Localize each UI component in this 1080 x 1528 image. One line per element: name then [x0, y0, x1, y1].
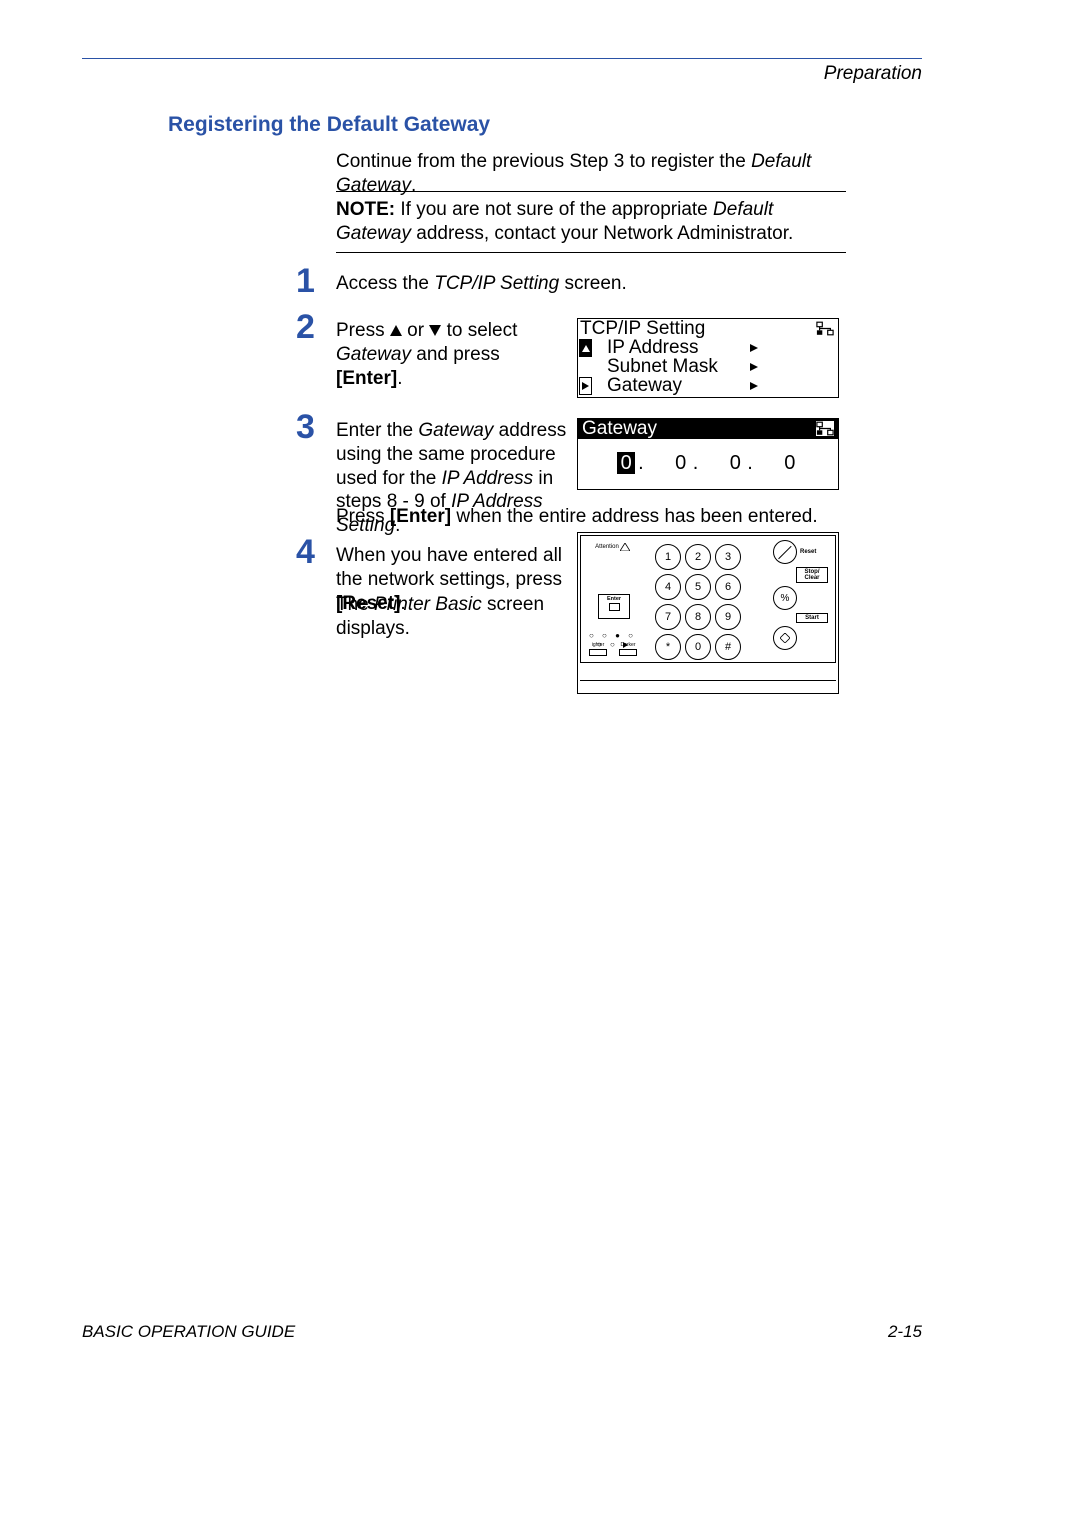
text: Press	[336, 320, 390, 341]
step-1-text: Access the TCP/IP Setting screen.	[336, 273, 836, 295]
text: screen.	[559, 273, 627, 294]
key-7[interactable]: 7	[655, 604, 681, 630]
step-2-number: 2	[296, 308, 315, 347]
enter-button[interactable]: Enter	[598, 594, 630, 619]
stopclear-button[interactable]: Stop/ Clear	[796, 567, 828, 583]
lcd1-item-subnet: Subnet Mask	[593, 357, 838, 376]
page-header-right: Preparation	[824, 63, 922, 85]
keypad-panel: Attention Enter ○ ○ ● ○ ○ ○ ighter Darke…	[577, 532, 839, 694]
text: The	[336, 594, 374, 615]
attention-label: Attention	[595, 544, 619, 550]
note-label: NOTE:	[336, 199, 395, 220]
network-icon	[816, 421, 834, 436]
numeric-keypad: 1 2 3 4 5 6 7 8 9 * 0 #	[655, 544, 743, 662]
text: Press	[336, 506, 390, 527]
text: If you are not sure of the appropriate	[395, 199, 713, 220]
step-4-text2: The Printer Basic screen displays.	[336, 593, 568, 641]
octet-3: 0.	[726, 452, 753, 475]
octet-1: 0.	[617, 452, 644, 475]
text-italic: TCP/IP Setting	[434, 273, 559, 294]
lcd2-title: Gateway	[582, 418, 657, 440]
lcd-tcpip-setting: TCP/IP Setting IP Address Subnet Mask Ga…	[577, 318, 839, 398]
start-button[interactable]: Start	[796, 613, 828, 623]
octet-value: 0	[726, 452, 744, 474]
key-3[interactable]: 3	[715, 544, 741, 570]
key-5[interactable]: 5	[685, 574, 711, 600]
text-bold: [Enter]	[336, 368, 397, 389]
reset-icon	[773, 540, 797, 564]
select-indicator	[579, 377, 592, 395]
lcd1-item-gateway: Gateway	[593, 376, 838, 395]
key-6[interactable]: 6	[715, 574, 741, 600]
text: and press	[411, 344, 500, 365]
key-0[interactable]: 0	[685, 634, 711, 660]
chevron-right-icon	[750, 382, 758, 390]
lcd-gateway-entry: Gateway 0. 0. 0. 0	[577, 418, 839, 490]
text-bold: [Enter]	[390, 506, 451, 527]
text: Access the	[336, 273, 434, 294]
octet-active: 0	[617, 452, 635, 474]
step-3-number: 3	[296, 408, 315, 447]
octet-value: 0	[781, 452, 799, 474]
stopclear-label: Stop/ Clear	[804, 569, 819, 581]
step-3-extra: Press [Enter] when the entire address ha…	[336, 506, 846, 528]
key-star[interactable]: *	[655, 634, 681, 660]
down-arrow-icon	[429, 325, 441, 336]
scroll-up-indicator	[579, 339, 592, 357]
step-4-number: 4	[296, 533, 315, 572]
percent-button[interactable]: %	[773, 586, 831, 610]
text: address, contact your Network Administra…	[411, 223, 793, 244]
enter-label: Enter	[599, 596, 629, 602]
chevron-right-icon	[750, 363, 758, 371]
note-block: NOTE: If you are not sure of the appropr…	[336, 188, 846, 253]
key-hash[interactable]: #	[715, 634, 741, 660]
key-9[interactable]: 9	[715, 604, 741, 630]
key-4[interactable]: 4	[655, 574, 681, 600]
text: When you have entered all the network se…	[336, 545, 562, 590]
start-label: Start	[805, 615, 819, 621]
lighter-button[interactable]: ighter	[589, 642, 607, 656]
text: to select	[441, 320, 517, 341]
octet-4: 0	[781, 452, 799, 474]
network-icon	[816, 321, 834, 336]
reset-button[interactable]: Reset	[773, 540, 831, 564]
attention-indicator: Attention	[585, 543, 640, 551]
text: or	[402, 320, 429, 341]
text: Gateway	[607, 375, 682, 397]
text-italic: Gateway	[418, 420, 493, 441]
percent-icon: %	[773, 586, 797, 610]
text: Continue from the previous Step 3 to reg…	[336, 151, 751, 172]
text: Enter the	[336, 420, 418, 441]
lcd1-item-ipaddress: IP Address	[593, 338, 838, 357]
step-2-text: Press or to select Gateway and press [En…	[336, 319, 566, 390]
section-title: Registering the Default Gateway	[168, 113, 490, 137]
text: when the entire address has been entered…	[451, 506, 818, 527]
text-italic: Printer Basic	[374, 594, 482, 615]
reset-label: Reset	[800, 549, 816, 555]
key-2[interactable]: 2	[685, 544, 711, 570]
lighter-label: ighter	[592, 642, 605, 648]
enter-icon	[609, 603, 620, 611]
footer-right: 2-15	[888, 1322, 922, 1342]
start-icon	[773, 626, 797, 650]
octet-value: 0	[672, 452, 690, 474]
key-8[interactable]: 8	[685, 604, 711, 630]
key-1[interactable]: 1	[655, 544, 681, 570]
up-arrow-icon	[390, 325, 402, 336]
octet-2: 0.	[672, 452, 699, 475]
chevron-right-icon	[750, 344, 758, 352]
attention-icon	[620, 543, 630, 551]
text: .	[397, 368, 402, 389]
start-indicator	[773, 626, 831, 650]
darker-button[interactable]: Darker	[619, 642, 637, 656]
text-italic: Gateway	[336, 344, 411, 365]
text-italic: IP Address	[442, 468, 534, 489]
footer-left: BASIC OPERATION GUIDE	[82, 1322, 295, 1342]
step-1-number: 1	[296, 262, 315, 301]
darker-label: Darker	[620, 642, 635, 648]
